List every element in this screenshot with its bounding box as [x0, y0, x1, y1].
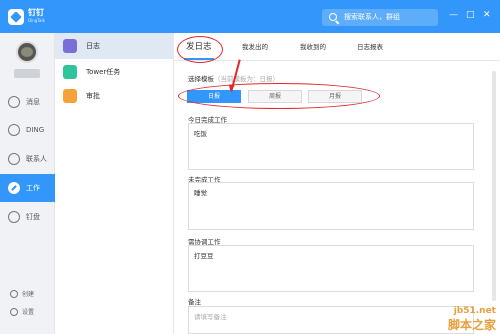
- app-name-en: DingTalk: [28, 18, 45, 23]
- user-name-blurred: [14, 69, 40, 78]
- ding-icon: [8, 124, 20, 136]
- nav-item-cloud-disk[interactable]: 钉盘: [0, 203, 55, 231]
- settings-button[interactable]: 设置: [10, 307, 34, 316]
- field-remark[interactable]: 请填写备注: [188, 306, 474, 334]
- watermark: jb51.net 脚本之家: [448, 306, 496, 333]
- nav-label: DING: [26, 126, 45, 134]
- tab-bar: 发日志 我发出的 我收到的 日志报表: [174, 33, 500, 61]
- sub-item-log[interactable]: 日志: [55, 33, 174, 59]
- work-icon: [8, 182, 20, 194]
- tower-task-icon: [63, 65, 77, 79]
- nav-item-work[interactable]: 工作: [0, 174, 55, 202]
- main-panel: 发日志 我发出的 我收到的 日志报表 选择模板（当前模板为：日报） 日报 周报 …: [174, 33, 500, 334]
- settings-label: 设置: [22, 309, 35, 316]
- sub-nav: 日志 Tower任务 审批: [55, 33, 174, 334]
- sub-item-approval[interactable]: 审批: [55, 83, 174, 109]
- nav-item-ding[interactable]: DING: [0, 116, 55, 144]
- create-label: 创建: [22, 291, 35, 298]
- template-label-text: 选择模板: [188, 75, 214, 83]
- approval-icon: [63, 89, 77, 103]
- tab-log-report[interactable]: 日志报表: [357, 41, 383, 51]
- search-placeholder: 搜索联系人，群组: [344, 13, 400, 21]
- nav-item-contacts[interactable]: 联系人: [0, 145, 55, 173]
- dingtalk-logo-icon: [8, 9, 24, 25]
- watermark-site: 脚本之家: [447, 318, 496, 332]
- field-done-today[interactable]: 吃饭: [188, 123, 474, 170]
- sub-item-label: Tower任务: [86, 68, 121, 76]
- nav-label: 工作: [26, 184, 40, 192]
- nav-item-messages[interactable]: 消息: [0, 88, 55, 116]
- close-icon[interactable]: ✕: [483, 10, 491, 20]
- top-bar: 钉钉 DingTalk 搜索联系人，群组 — □ ✕: [0, 0, 500, 33]
- watermark-url: jb51.net: [453, 306, 496, 316]
- search-input[interactable]: 搜索联系人，群组: [322, 9, 438, 26]
- tab-sent[interactable]: 我发出的: [242, 41, 268, 51]
- contacts-icon: [8, 153, 20, 165]
- annotation-circle-tab: [177, 36, 223, 63]
- create-button[interactable]: 创建: [10, 289, 34, 298]
- field-undone[interactable]: 睡觉: [188, 182, 474, 230]
- app-name: 钉钉: [28, 8, 44, 17]
- field-coordinate[interactable]: 打豆豆: [188, 245, 474, 292]
- search-icon: [329, 13, 337, 21]
- annotation-circle-templates: [178, 83, 380, 109]
- nav-label: 钉盘: [26, 213, 40, 221]
- left-nav: 消息 DING 联系人 工作 钉盘 创建 设置: [0, 33, 55, 334]
- template-hint: （当前模板为：日报）: [214, 75, 279, 83]
- app-logo: 钉钉 DingTalk: [8, 5, 66, 29]
- sub-item-tower[interactable]: Tower任务: [55, 59, 174, 85]
- field-label-remark: 备注: [188, 298, 201, 306]
- nav-label: 联系人: [26, 155, 47, 163]
- avatar[interactable]: [16, 41, 38, 63]
- maximize-icon[interactable]: □: [466, 10, 475, 20]
- nav-label: 消息: [26, 98, 40, 106]
- minimize-icon[interactable]: —: [449, 10, 458, 20]
- message-icon: [8, 96, 20, 108]
- log-icon: [63, 39, 77, 53]
- settings-icon: [10, 307, 18, 316]
- sub-item-label: 日志: [86, 42, 100, 50]
- tab-received[interactable]: 我收到的: [300, 41, 326, 51]
- sub-item-label: 审批: [86, 92, 100, 100]
- scrollbar[interactable]: [492, 71, 496, 301]
- cloud-disk-icon: [8, 211, 20, 223]
- create-icon: [10, 289, 18, 298]
